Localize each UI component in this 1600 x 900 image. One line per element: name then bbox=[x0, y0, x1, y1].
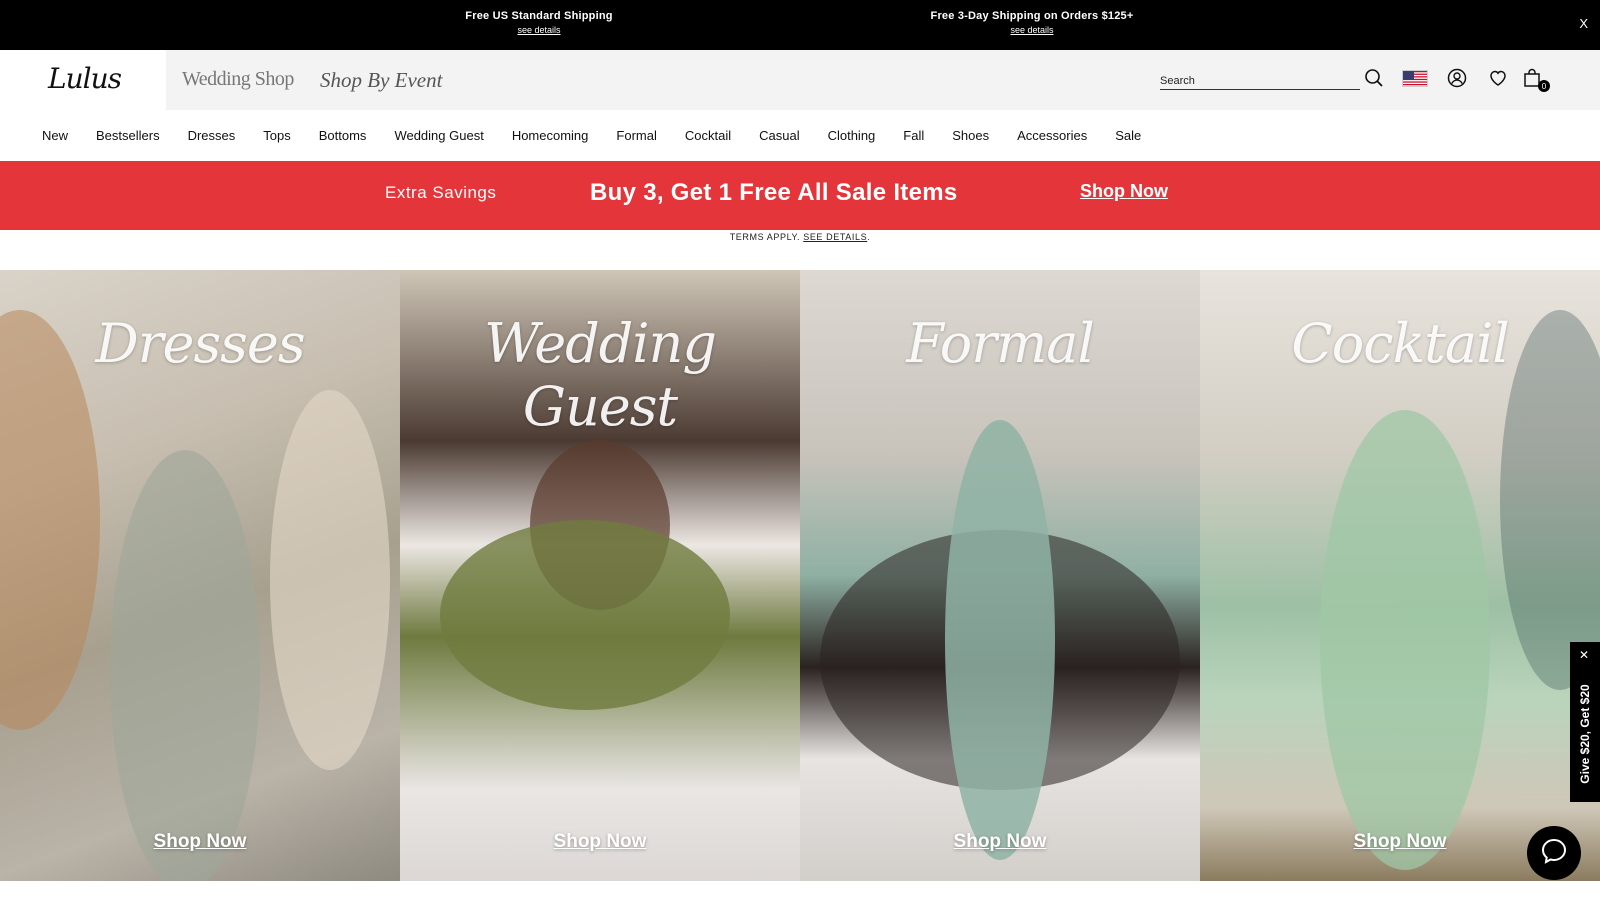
nav-item-new[interactable]: New bbox=[42, 128, 68, 143]
sale-eyebrow: Extra Savings bbox=[385, 183, 497, 202]
search-input[interactable] bbox=[1160, 68, 1360, 90]
tile-shop-now-link[interactable]: Shop Now bbox=[0, 831, 400, 853]
tile-wedding-guest[interactable]: Wedding Guest Shop Now bbox=[400, 270, 800, 881]
category-nav: New Bestsellers Dresses Tops Bottoms Wed… bbox=[0, 110, 1600, 160]
account-icon[interactable] bbox=[1445, 66, 1469, 90]
tile-title: Formal bbox=[906, 312, 1095, 375]
terms-suffix: . bbox=[867, 232, 871, 242]
tile-title: Wedding Guest bbox=[484, 312, 717, 438]
nav-item-casual[interactable]: Casual bbox=[759, 128, 799, 143]
nav-item-fall[interactable]: Fall bbox=[903, 128, 924, 143]
promo-standard-shipping: Free US Standard Shipping see details bbox=[465, 10, 612, 35]
sale-banner[interactable]: Extra Savings Buy 3, Get 1 Free All Sale… bbox=[0, 161, 1600, 230]
close-announcement-button[interactable]: X bbox=[1579, 16, 1588, 31]
tile-formal[interactable]: Formal Shop Now bbox=[800, 270, 1200, 881]
chat-icon bbox=[1540, 837, 1568, 870]
site-header: Lulus Wedding Shop Shop By Event 0 bbox=[0, 50, 1600, 110]
terms-see-details-link[interactable]: SEE DETAILS bbox=[803, 232, 867, 242]
bag-icon[interactable]: 0 bbox=[1520, 66, 1550, 92]
heart-icon[interactable] bbox=[1486, 66, 1510, 90]
tile-photo-area bbox=[110, 450, 260, 881]
promo-title: Free 3-Day Shipping on Orders $125+ bbox=[930, 10, 1134, 22]
nav-item-dresses[interactable]: Dresses bbox=[188, 128, 236, 143]
close-icon[interactable]: ✕ bbox=[1579, 648, 1589, 662]
tile-photo-area bbox=[945, 420, 1055, 860]
nav-item-cocktail[interactable]: Cocktail bbox=[685, 128, 731, 143]
tile-shop-now-link[interactable]: Shop Now bbox=[400, 831, 800, 853]
tile-title: Dresses bbox=[95, 312, 305, 375]
promo-3day-shipping: Free 3-Day Shipping on Orders $125+ see … bbox=[931, 10, 1134, 35]
nav-item-tops[interactable]: Tops bbox=[263, 128, 290, 143]
announcement-bar: Free US Standard Shipping see details Fr… bbox=[0, 0, 1600, 50]
tile-photo-area bbox=[1320, 410, 1490, 870]
terms-text: TERMS APPLY. bbox=[729, 232, 801, 242]
nav-item-homecoming[interactable]: Homecoming bbox=[512, 128, 589, 143]
lulus-logo[interactable]: Lulus bbox=[48, 62, 122, 95]
category-tiles: Dresses Shop Now Wedding Guest Shop Now … bbox=[0, 270, 1600, 881]
tile-cocktail[interactable]: Cocktail Shop Now bbox=[1200, 270, 1600, 881]
sale-headline: Buy 3, Get 1 Free All Sale Items bbox=[590, 179, 958, 206]
see-details-link[interactable]: see details bbox=[931, 25, 1134, 35]
nav-item-bottoms[interactable]: Bottoms bbox=[319, 128, 367, 143]
us-flag-icon[interactable] bbox=[1402, 70, 1428, 87]
see-details-link[interactable]: see details bbox=[465, 25, 612, 35]
nav-item-sale[interactable]: Sale bbox=[1115, 128, 1141, 143]
nav-item-wedding-guest[interactable]: Wedding Guest bbox=[394, 128, 483, 143]
nav-item-clothing[interactable]: Clothing bbox=[828, 128, 876, 143]
chat-button[interactable] bbox=[1527, 826, 1581, 880]
bag-count-badge: 0 bbox=[1538, 80, 1550, 92]
search-icon[interactable] bbox=[1362, 66, 1386, 90]
tile-title: Cocktail bbox=[1291, 312, 1509, 375]
tile-dresses[interactable]: Dresses Shop Now bbox=[0, 270, 400, 881]
shop-by-event-link[interactable]: Shop By Event bbox=[320, 68, 442, 93]
sale-shop-now-link[interactable]: Shop Now bbox=[1080, 181, 1168, 202]
nav-item-formal[interactable]: Formal bbox=[616, 128, 656, 143]
nav-item-shoes[interactable]: Shoes bbox=[952, 128, 989, 143]
referral-side-tab[interactable]: ✕ Give $20, Get $20 bbox=[1570, 642, 1600, 802]
promo-title: Free US Standard Shipping bbox=[465, 10, 613, 22]
tile-photo-area bbox=[270, 390, 390, 770]
nav-item-accessories[interactable]: Accessories bbox=[1017, 128, 1087, 143]
header-utility-bar: Wedding Shop Shop By Event 0 bbox=[166, 50, 1600, 110]
tile-photo-area bbox=[440, 520, 730, 710]
referral-label: Give $20, Get $20 bbox=[1578, 684, 1592, 784]
terms-line: TERMS APPLY. SEE DETAILS. bbox=[0, 232, 1600, 242]
wedding-shop-link[interactable]: Wedding Shop bbox=[182, 68, 294, 91]
nav-item-bestsellers[interactable]: Bestsellers bbox=[96, 128, 160, 143]
tile-shop-now-link[interactable]: Shop Now bbox=[800, 831, 1200, 853]
